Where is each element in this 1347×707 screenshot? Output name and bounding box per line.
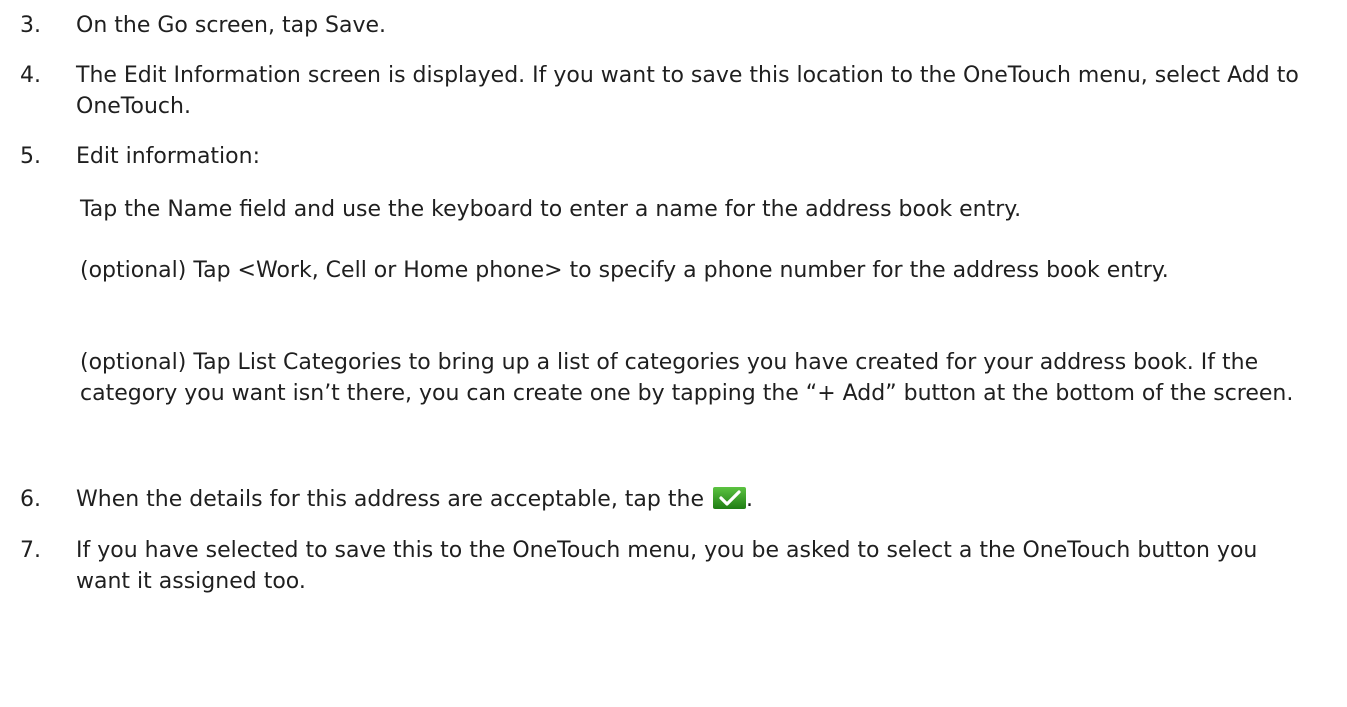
- step-text: Edit information:: [76, 144, 260, 169]
- green-checkmark-icon: [712, 487, 746, 509]
- substep-name-field: Tap the Name field and use the keyboard …: [80, 197, 1022, 222]
- step-number: 4.: [20, 63, 41, 88]
- step-text-before: When the details for this address are ac…: [76, 487, 711, 512]
- step-number: 3.: [20, 13, 41, 38]
- step-text: On the Go screen, tap Save.: [76, 13, 387, 38]
- step-number: 7.: [20, 538, 41, 563]
- substep-categories: (optional) Tap List Categories to bring …: [80, 350, 1294, 406]
- step-text: When the details for this address are ac…: [76, 484, 1306, 515]
- step-text: The Edit Information screen is displayed…: [76, 63, 1299, 119]
- step-number: 6.: [20, 487, 41, 512]
- substep-phone: (optional) Tap <Work, Cell or Home phone…: [80, 258, 1169, 283]
- manual-page: 3. On the Go screen, tap Save. 4. The Ed…: [0, 0, 1347, 707]
- step-text-after: .: [745, 487, 753, 512]
- step-text: If you have selected to save this to the…: [76, 538, 1258, 594]
- step-number: 5.: [20, 144, 41, 169]
